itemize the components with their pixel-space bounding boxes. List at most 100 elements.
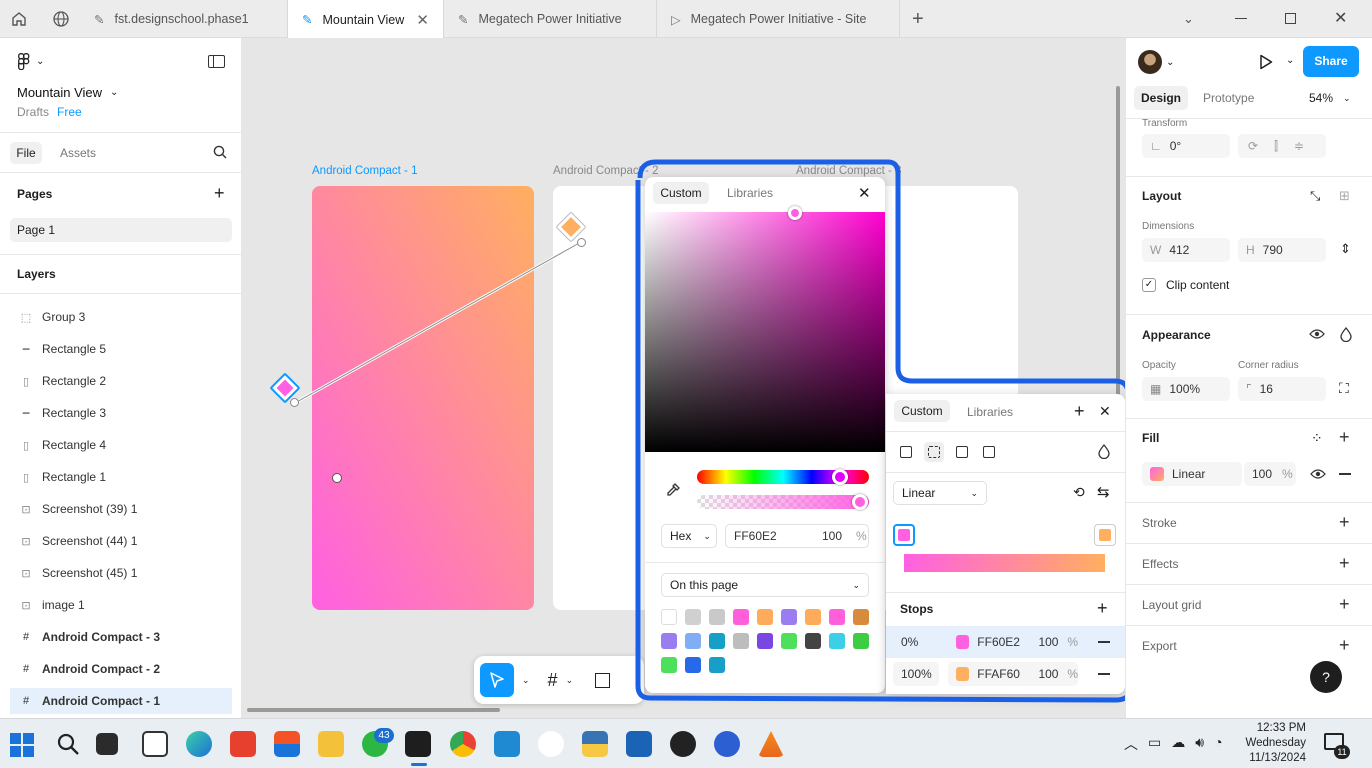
home-icon[interactable] <box>10 10 30 28</box>
plan-badge[interactable]: Free <box>57 105 82 119</box>
color-swatch[interactable] <box>685 657 701 673</box>
color-swatch[interactable] <box>829 609 845 625</box>
color-swatch[interactable] <box>805 609 821 625</box>
gradient-type-select[interactable]: Linear ⌄ <box>893 481 987 505</box>
color-picker-handle[interactable] <box>788 206 802 220</box>
eye-icon[interactable] <box>1309 328 1325 340</box>
avatar-menu[interactable]: ⌄ <box>1138 50 1174 74</box>
gradient-stop-row[interactable]: 0% FF60E2 100% <box>886 626 1125 658</box>
color-swatch[interactable] <box>805 633 821 649</box>
color-swatch[interactable] <box>757 609 773 625</box>
new-tab-icon[interactable]: + <box>912 8 924 31</box>
close-window-icon[interactable]: ✕ <box>1334 8 1347 28</box>
restore-icon[interactable] <box>1285 13 1296 24</box>
rotate-icon[interactable]: ⟳ <box>1248 139 1258 153</box>
color-swatch[interactable] <box>853 633 869 649</box>
stop-position-input[interactable]: 0% <box>893 630 939 654</box>
wps-office-icon[interactable] <box>230 731 256 757</box>
main-menu-button[interactable]: ⌄ <box>18 53 44 70</box>
vertical-scrollbar[interactable] <box>1116 86 1120 400</box>
audio-app-icon[interactable] <box>714 731 740 757</box>
library-select[interactable]: On this page ⌄ <box>661 573 869 597</box>
blend-mode-icon[interactable] <box>1098 444 1110 459</box>
globe-icon[interactable] <box>52 10 70 28</box>
color-swatch[interactable] <box>661 609 677 625</box>
volume-icon[interactable]: 🔊︎ <box>1195 734 1204 754</box>
tab-libraries[interactable]: Libraries <box>967 405 1013 419</box>
picker-opacity-value[interactable]: 100 <box>822 529 856 543</box>
remove-stop-icon[interactable] <box>1098 673 1110 675</box>
fill-row[interactable]: Linear <box>1142 462 1242 486</box>
search-icon[interactable] <box>213 145 227 159</box>
color-swatch[interactable] <box>781 609 797 625</box>
share-button[interactable]: Share <box>1303 46 1359 77</box>
add-stroke-icon[interactable]: + <box>1339 513 1350 531</box>
color-swatch[interactable] <box>709 633 725 649</box>
zoom-select[interactable]: 54% ⌄ <box>1309 91 1351 105</box>
gradient-stop-row[interactable]: 100% FFAF60 100% <box>886 658 1125 690</box>
resize-to-fit-icon[interactable]: ⤡ <box>1310 188 1320 204</box>
color-swatch[interactable] <box>733 633 749 649</box>
color-swatch[interactable] <box>709 609 725 625</box>
color-swatch[interactable] <box>685 609 701 625</box>
remove-stop-icon[interactable] <box>1098 641 1110 643</box>
tab-prototype[interactable]: Prototype <box>1203 91 1254 105</box>
clip-content-checkbox[interactable]: ✓ Clip content <box>1142 278 1229 292</box>
style-library-icon[interactable]: ⁘ <box>1311 430 1323 447</box>
toggle-sidebar-icon[interactable] <box>208 55 225 68</box>
app-icon[interactable] <box>626 731 652 757</box>
clock[interactable]: 12:33 PM Wednesday 11/13/2024 <box>1240 721 1306 766</box>
rectangle-tool-icon[interactable] <box>595 672 611 688</box>
widgets-icon[interactable] <box>142 731 168 757</box>
flip-horizontal-icon[interactable]: ⫿ <box>1274 139 1278 154</box>
add-layout-grid-icon[interactable]: + <box>1339 595 1350 613</box>
stop-position-input[interactable]: 100% <box>893 662 939 686</box>
wifi-icon[interactable]: ◔ <box>1214 734 1222 754</box>
width-input[interactable]: W 412 <box>1142 238 1230 262</box>
layer-item[interactable]: # Android Compact - 3 <box>10 624 232 650</box>
gradient-fill-icon[interactable] <box>924 442 944 462</box>
add-fill-icon[interactable]: + <box>1339 428 1350 446</box>
layer-item[interactable]: ▯ Rectangle 4 <box>10 432 232 458</box>
gradient-bar[interactable] <box>904 554 1105 572</box>
chrome-icon[interactable] <box>450 731 476 757</box>
microsoft-store-icon[interactable] <box>274 731 300 757</box>
windows-start-icon[interactable] <box>10 733 34 757</box>
help-button[interactable]: ? <box>1310 661 1342 693</box>
file-explorer-icon[interactable] <box>318 731 344 757</box>
vlc-icon[interactable] <box>758 731 784 757</box>
color-swatch[interactable] <box>829 633 845 649</box>
color-swatch[interactable] <box>709 657 725 673</box>
gradient-endpoint-handle[interactable] <box>577 238 586 247</box>
eyedropper-icon[interactable] <box>665 482 681 498</box>
gradient-endpoint-handle[interactable] <box>290 398 299 407</box>
inkscape-icon[interactable] <box>670 731 696 757</box>
color-swatch[interactable] <box>661 633 677 649</box>
independent-corners-icon[interactable]: ⛶ <box>1339 380 1349 397</box>
battery-icon[interactable]: ▭ <box>1148 734 1161 754</box>
solid-fill-icon[interactable] <box>900 446 912 458</box>
add-page-icon[interactable]: + <box>214 183 225 204</box>
page-item[interactable]: Page 1 <box>10 218 232 242</box>
layer-item[interactable]: ━ Rectangle 3 <box>10 400 232 426</box>
hue-slider-handle[interactable] <box>832 469 848 485</box>
corner-radius-input[interactable]: ⌜ 16 <box>1238 377 1326 401</box>
chevron-down-icon[interactable]: ⌄ <box>1286 55 1294 66</box>
opacity-slider-handle[interactable] <box>852 494 868 510</box>
close-icon[interactable]: ✕ <box>1099 403 1111 420</box>
image-fill-icon[interactable] <box>956 446 968 458</box>
search-icon[interactable] <box>56 732 80 756</box>
auto-layout-icon[interactable]: ⊞ <box>1339 188 1350 204</box>
fill-swatch[interactable] <box>1150 467 1164 481</box>
edge-icon[interactable] <box>186 731 212 757</box>
add-style-icon[interactable]: + <box>1074 401 1085 422</box>
layer-item[interactable]: ▯ Rectangle 1 <box>10 464 232 490</box>
gradient-stop-1[interactable] <box>1094 524 1116 546</box>
fill-opacity-input[interactable]: 100 % <box>1244 462 1296 486</box>
color-swatch[interactable] <box>685 633 701 649</box>
mongodb-icon[interactable] <box>538 731 564 757</box>
layer-item[interactable]: ▯ Rectangle 2 <box>10 368 232 394</box>
chevron-up-icon[interactable]: ︿ <box>1124 734 1138 754</box>
task-view-icon[interactable] <box>96 733 118 755</box>
video-fill-icon[interactable] <box>983 446 995 458</box>
